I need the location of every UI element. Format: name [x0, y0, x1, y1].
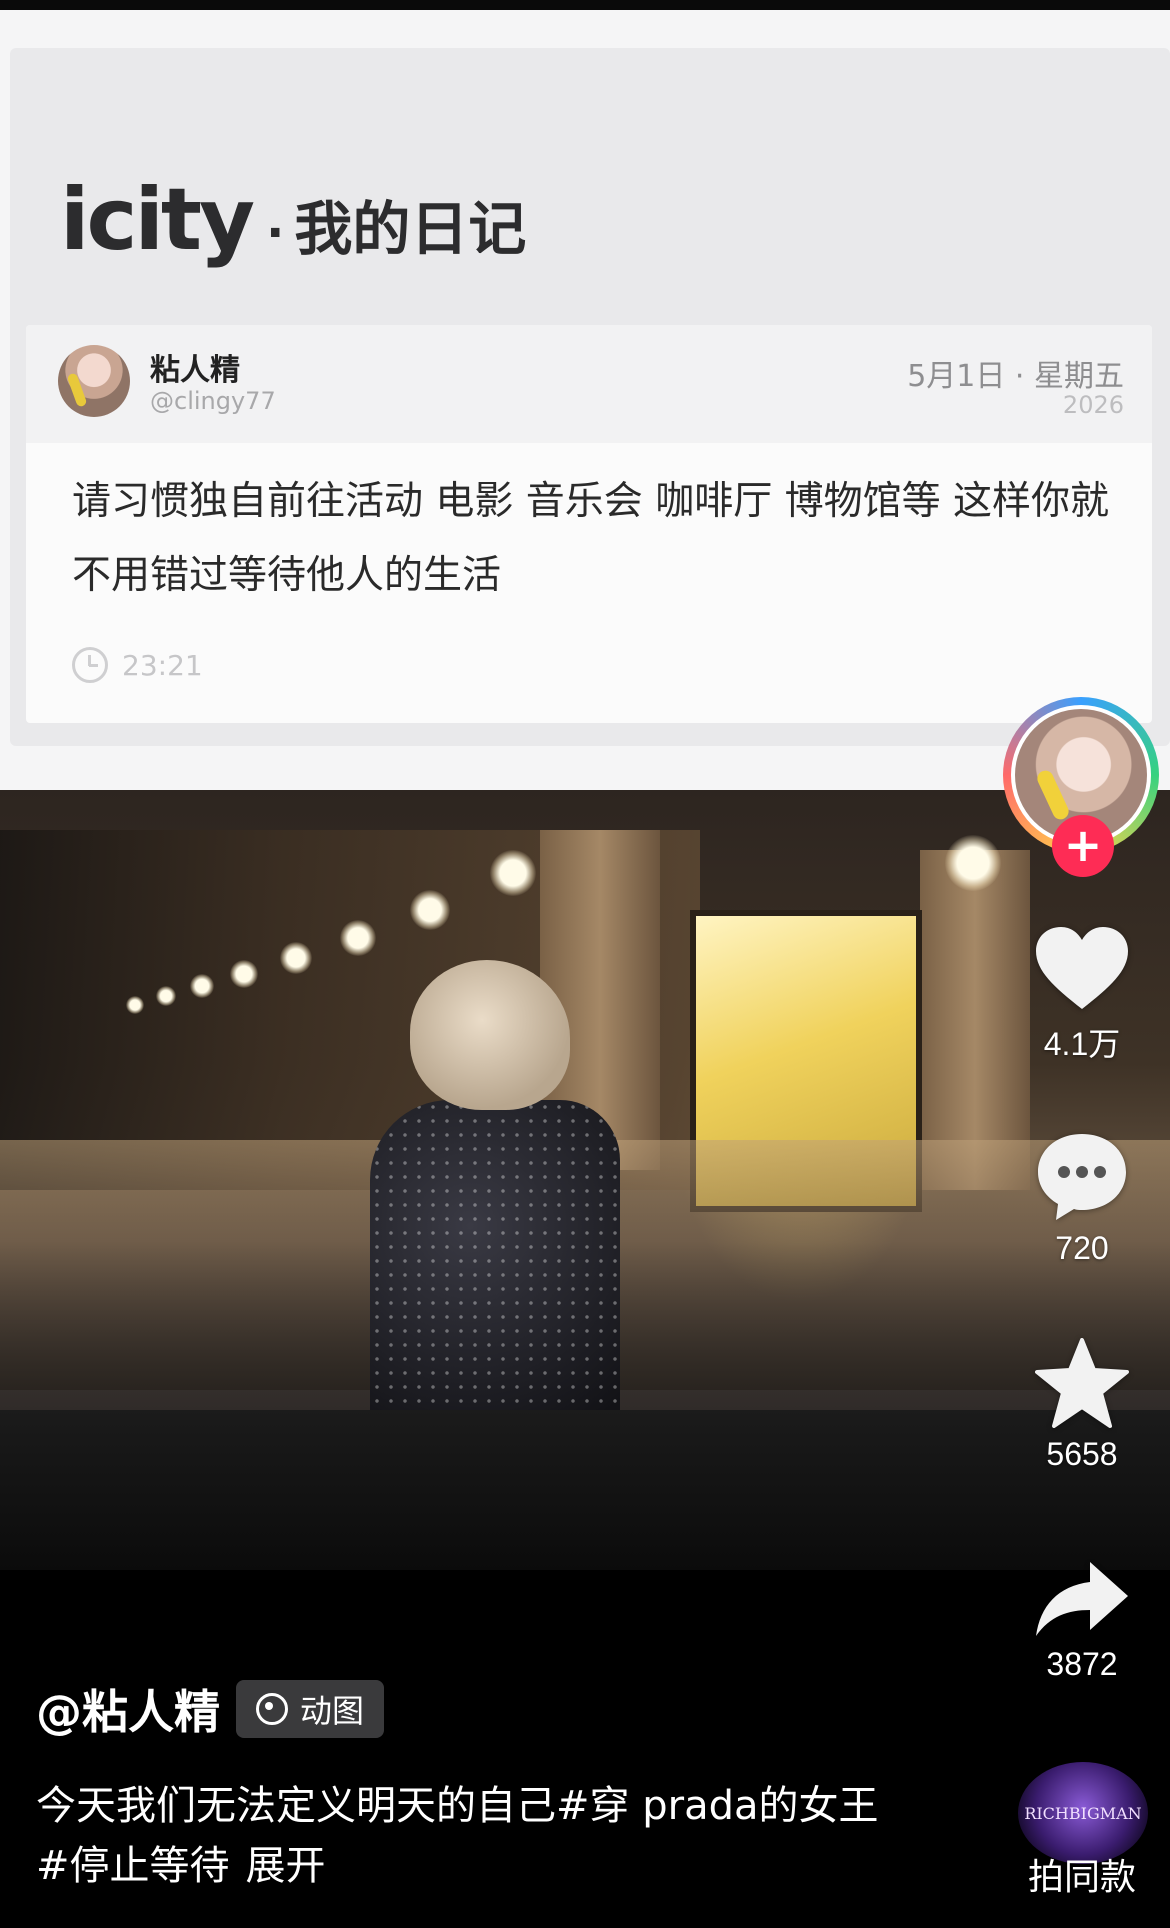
- diary-date: 5月1日 · 星期五: [907, 359, 1124, 394]
- post-caption: 今天我们无法定义明天的自己#穿 prada的女王 #停止等待 展开: [36, 1776, 916, 1896]
- share-button[interactable]: 3872: [1022, 1560, 1142, 1683]
- diary-time-text: 23:21: [122, 648, 203, 682]
- video-pillar: [920, 850, 1030, 1190]
- star-icon: [1035, 1338, 1129, 1428]
- favorite-count: 5658: [1046, 1436, 1118, 1472]
- brand-separator: ·: [266, 205, 285, 261]
- live-photo-label: 动图: [300, 1692, 365, 1730]
- share-count: 3872: [1046, 1646, 1118, 1682]
- video-person-hair: [410, 960, 570, 1110]
- brand-subtitle: 我的日记: [294, 195, 527, 263]
- post-author[interactable]: @粘人精: [36, 1676, 220, 1742]
- expand-button[interactable]: 展开: [246, 1843, 326, 1889]
- comment-button[interactable]: 720: [1022, 1130, 1142, 1267]
- music-disc-label: RICHBIGMAN: [1024, 1803, 1142, 1823]
- clock-icon: [72, 647, 108, 683]
- comment-icon: [1038, 1134, 1126, 1220]
- diary-post-card: 粘人精 @clingy77 5月1日 · 星期五 2026 请习惯独自前往活动 …: [26, 325, 1152, 723]
- diary-author-handle: @clingy77: [150, 387, 276, 415]
- like-count: 4.1万: [1043, 1026, 1121, 1062]
- top-border: [0, 0, 1170, 10]
- video-frame[interactable]: [0, 790, 1170, 1570]
- comment-count: 720: [1055, 1230, 1109, 1266]
- diary-screenshot-area: icity · 我的日记 粘人精 @clingy77 5月1日 · 星期五 20…: [0, 0, 1170, 790]
- diary-brand: icity · 我的日记: [60, 170, 526, 280]
- same-style-button[interactable]: 拍同款: [1012, 1848, 1152, 1900]
- diary-time: 23:21: [72, 647, 203, 683]
- brand-logo: icity: [60, 170, 255, 270]
- video-bottom-shade: [0, 1410, 1170, 1570]
- live-photo-icon: [256, 1693, 288, 1725]
- diary-body-text: 请习惯独自前往活动 电影 音乐会 咖啡厅 博物馆等 这样你就不用错过等待他人的生…: [72, 479, 1109, 598]
- share-icon: [1036, 1562, 1128, 1636]
- diary-post-header: 粘人精 @clingy77 5月1日 · 星期五 2026: [26, 325, 1152, 443]
- post-author-row: @粘人精 动图: [36, 1676, 385, 1742]
- follow-button[interactable]: +: [1052, 815, 1114, 877]
- diary-year: 2026: [1062, 391, 1124, 419]
- diary-author-name: 粘人精: [150, 353, 240, 388]
- favorite-button[interactable]: 5658: [1022, 1338, 1142, 1473]
- diary-avatar: [58, 345, 130, 417]
- live-photo-tag[interactable]: 动图: [236, 1680, 385, 1738]
- heart-icon: [1036, 927, 1128, 1009]
- post-caption-text: 今天我们无法定义明天的自己#穿 prada的女王 #停止等待: [36, 1783, 879, 1889]
- like-button[interactable]: 4.1万: [1022, 925, 1142, 1065]
